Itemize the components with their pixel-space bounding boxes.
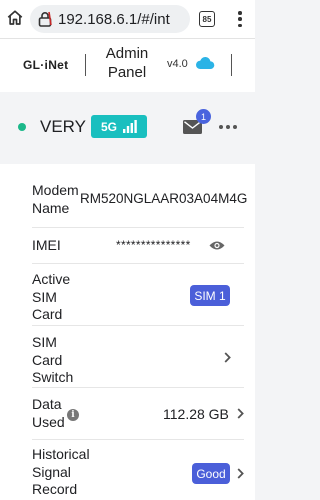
active-sim-badge: SIM 1 [190,285,230,306]
chevron-right-icon[interactable] [237,468,244,479]
lock-icon [38,11,52,27]
home-icon[interactable] [6,9,24,27]
browser-toolbar: 192.168.6.1/#/int 85 [0,0,255,38]
imei-value: *************** [116,238,191,252]
signal-strength-icon [123,120,137,133]
imei-row: IMEI *************** [32,228,244,264]
header-divider [231,54,232,76]
network-type-badge: 5G [91,115,147,138]
app-header: GL·iNet Admin Panel v4.0 [0,38,255,92]
data-used-value: 112.28 GB [163,406,229,422]
chevron-right-icon[interactable] [237,408,244,419]
chevron-right-icon[interactable] [224,352,231,363]
active-sim-label: Active SIM Card [32,271,71,322]
modem-name-label: Modem Name [32,182,79,216]
url-text: 192.168.6.1/#/int [58,10,170,28]
data-used-label: Data Used [32,396,65,430]
tab-switcher-button[interactable]: 85 [199,11,215,27]
signal-record-label: Historical Signal Record [32,446,90,497]
sim-switch-label: SIM Card Switch [32,334,74,385]
signal-record-row[interactable]: Historical Signal Record Good [32,440,244,500]
device-name: VERY [40,117,86,136]
firmware-version: v4.0 [167,58,188,70]
sim-switch-row[interactable]: SIM Card Switch [32,326,244,388]
modem-name-value: RM520NGLAAR03A04M4G [80,191,248,206]
online-status-dot [18,123,26,131]
modem-info-list: Modem Name RM520NGLAAR03A04M4G IMEI ****… [0,164,255,500]
modem-name-row: Modem Name RM520NGLAAR03A04M4G [32,174,248,228]
active-sim-row: Active SIM Card SIM 1 [32,264,244,326]
header-divider [85,54,86,76]
cloud-icon[interactable] [195,56,215,70]
notification-count-badge: 1 [196,109,211,124]
data-used-row[interactable]: Data Used i 112.28 GB [32,388,244,440]
imei-label: IMEI [32,237,61,253]
signal-quality-badge: Good [192,463,230,484]
more-options-icon[interactable] [219,124,237,130]
info-icon[interactable]: i [67,409,79,421]
page-title: Admin Panel [105,45,149,81]
address-bar[interactable]: 192.168.6.1/#/int [30,5,190,33]
eye-icon[interactable] [209,240,225,251]
device-status-card: VERY 5G [0,100,255,154]
browser-menu-icon[interactable] [236,9,244,29]
gl-inet-logo: GL·iNet [23,58,69,72]
